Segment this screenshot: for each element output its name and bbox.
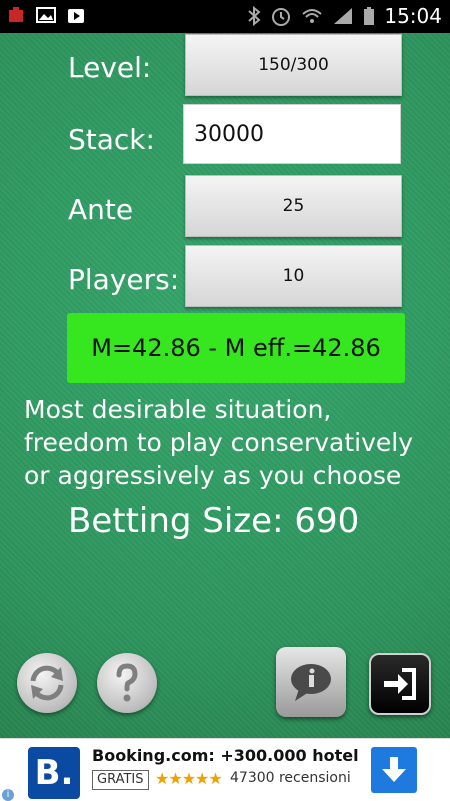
play-store-icon bbox=[68, 9, 84, 23]
clock: 15:04 bbox=[384, 4, 442, 28]
stack-label: Stack: bbox=[68, 123, 155, 156]
wifi-icon bbox=[302, 9, 323, 23]
ad-reviews: 47300 recensioni bbox=[230, 770, 351, 786]
exit-icon bbox=[384, 668, 416, 700]
battery-warning-icon bbox=[9, 7, 23, 22]
ad-banner[interactable]: B. i Booking.com: +300.000 hotel GRATIS … bbox=[0, 738, 450, 801]
ad-rating-stars: ★★★★★ bbox=[155, 769, 223, 788]
level-button[interactable]: 150/300 bbox=[185, 34, 402, 96]
status-bar: 15:04 bbox=[0, 0, 450, 33]
download-arrow-icon bbox=[382, 757, 406, 782]
refresh-button[interactable] bbox=[17, 653, 77, 713]
info-button[interactable] bbox=[276, 647, 346, 717]
situation-description: Most desirable situation, freedom to pla… bbox=[24, 395, 414, 490]
ad-price-badge: GRATIS bbox=[92, 770, 149, 790]
question-icon bbox=[116, 663, 138, 702]
info-icon bbox=[291, 664, 331, 701]
exit-button[interactable] bbox=[369, 653, 431, 715]
betting-size: Betting Size: 690 bbox=[68, 501, 360, 541]
refresh-icon bbox=[30, 665, 64, 701]
alarm-icon bbox=[272, 8, 291, 26]
ante-label: Ante bbox=[68, 193, 134, 226]
m-result-box: M=42.86 - M eff.=42.86 bbox=[67, 313, 405, 383]
picture-icon bbox=[36, 7, 56, 23]
signal-icon bbox=[334, 8, 353, 24]
ad-info-icon[interactable]: i bbox=[2, 789, 14, 801]
level-label: Level: bbox=[68, 51, 152, 84]
ad-title: Booking.com: +300.000 hotel bbox=[92, 746, 359, 765]
ad-download-button[interactable] bbox=[371, 747, 417, 793]
ante-button[interactable]: 25 bbox=[185, 175, 402, 237]
players-button[interactable]: 10 bbox=[185, 245, 402, 307]
battery-icon bbox=[364, 7, 375, 25]
help-button[interactable] bbox=[97, 653, 157, 713]
bluetooth-icon bbox=[248, 6, 261, 26]
stack-input[interactable] bbox=[183, 104, 401, 164]
poker-m-calculator: Level: 150/300 Stack: Ante 25 Players: 1… bbox=[0, 33, 450, 738]
players-label: Players: bbox=[68, 263, 180, 296]
booking-logo: B. bbox=[28, 747, 80, 799]
